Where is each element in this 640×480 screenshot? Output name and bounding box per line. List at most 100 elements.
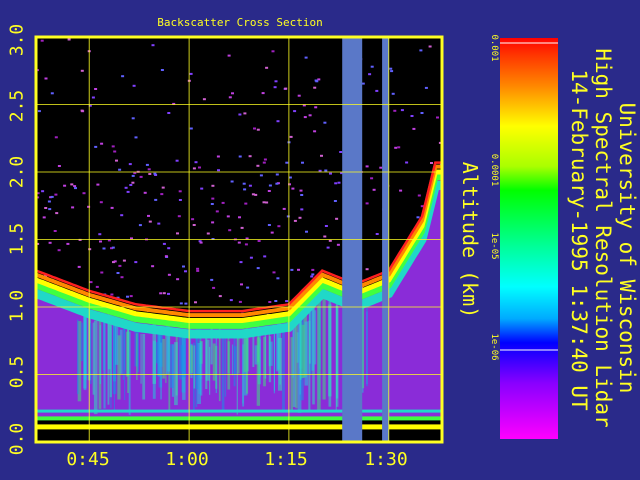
- mid-layer-streak: [174, 342, 178, 406]
- speckle-point: [313, 130, 317, 133]
- speckle-point: [113, 150, 117, 153]
- speckle-point: [268, 301, 272, 303]
- instrument-label: High Spectral Resolution Lidar: [591, 48, 615, 428]
- speckle-point: [63, 184, 67, 187]
- speckle-point: [300, 194, 304, 196]
- speckle-point: [311, 273, 315, 276]
- mid-layer-streak: [309, 306, 311, 364]
- mid-layer-streak: [122, 328, 125, 380]
- speckle-point: [274, 300, 278, 302]
- speckle-point: [194, 301, 197, 304]
- y-tick-label: 2.5: [6, 89, 28, 123]
- speckle-point: [230, 180, 234, 183]
- speckle-point: [99, 201, 103, 204]
- speckle-point: [211, 221, 215, 224]
- speckle-point: [238, 155, 242, 158]
- speckle-point: [375, 89, 379, 92]
- speckle-point: [318, 169, 322, 172]
- speckle-point: [54, 193, 58, 196]
- speckle-point: [113, 260, 117, 263]
- speckle-point: [394, 146, 398, 149]
- speckle-point: [262, 161, 266, 164]
- speckle-point: [300, 208, 304, 211]
- speckle-point: [301, 161, 304, 164]
- speckle-point: [365, 268, 369, 271]
- colorbar: [500, 38, 558, 439]
- speckle-point: [154, 198, 158, 201]
- speckle-point: [80, 69, 84, 72]
- mid-layer-streak: [317, 295, 321, 411]
- speckle-point: [293, 110, 297, 113]
- speckle-point: [88, 248, 92, 251]
- speckle-point: [143, 191, 147, 194]
- speckle-point: [328, 239, 332, 242]
- y-tick-label: 2.0: [6, 155, 28, 189]
- speckle-point: [424, 86, 428, 89]
- speckle-point: [303, 116, 307, 119]
- speckle-point: [122, 259, 126, 262]
- y-axis-label: Altitude (km): [458, 161, 482, 319]
- speckle-point: [317, 78, 321, 81]
- speckle-point: [291, 187, 295, 190]
- speckle-point: [226, 215, 230, 218]
- speckle-point: [71, 206, 75, 209]
- speckle-point: [246, 286, 250, 289]
- speckle-point: [285, 161, 289, 164]
- speckle-point: [164, 255, 168, 258]
- speckle-point: [70, 183, 74, 186]
- speckle-point: [228, 229, 232, 232]
- speckle-point: [290, 268, 294, 271]
- speckle-point: [259, 174, 263, 177]
- speckle-point: [308, 114, 312, 117]
- speckle-point: [178, 190, 182, 193]
- speckle-point: [329, 172, 332, 175]
- speckle-point: [370, 177, 374, 180]
- mid-layer-streak: [264, 329, 267, 379]
- speckle-point: [256, 128, 260, 131]
- speckle-point: [271, 50, 275, 53]
- mid-layer-streak: [246, 328, 249, 394]
- mid-layer-streak: [224, 336, 227, 397]
- mid-layer-streak: [221, 335, 225, 413]
- speckle-point: [41, 190, 45, 193]
- mid-layer-streak: [242, 334, 244, 404]
- speckle-point: [111, 145, 115, 148]
- speckle-point: [162, 292, 166, 295]
- speckle-point: [167, 112, 171, 114]
- speckle-point: [55, 212, 59, 215]
- speckle-point: [192, 167, 196, 170]
- speckle-point: [82, 192, 86, 195]
- speckle-point: [265, 201, 269, 204]
- speckle-point: [216, 155, 220, 158]
- speckle-point: [167, 292, 170, 295]
- mid-layer-streak: [227, 341, 231, 390]
- speckle-point: [199, 241, 203, 244]
- speckle-point: [196, 269, 200, 272]
- speckle-point: [210, 203, 214, 205]
- speckle-point: [50, 195, 54, 198]
- mid-layer-streak: [80, 322, 83, 362]
- speckle-point: [320, 154, 323, 157]
- speckle-point: [229, 299, 233, 302]
- speckle-point: [124, 186, 128, 189]
- speckle-point: [159, 292, 163, 295]
- speckle-point: [210, 278, 214, 281]
- mid-layer-streak: [282, 328, 285, 413]
- speckle-point: [397, 146, 401, 149]
- mid-layer-streak: [311, 305, 314, 371]
- speckle-point: [167, 247, 171, 250]
- mid-layer-streak: [269, 341, 273, 366]
- speckle-point: [80, 109, 84, 112]
- speckle-point: [285, 300, 289, 303]
- speckle-point: [212, 286, 216, 289]
- speckle-point: [134, 136, 138, 139]
- speckle-point: [167, 273, 171, 276]
- mid-layer-streak: [273, 333, 275, 391]
- colorbar-tick-label: 0.0001: [489, 153, 499, 187]
- speckle-point: [98, 233, 102, 236]
- speckle-point: [240, 283, 243, 286]
- mid-layer-streak: [292, 326, 294, 378]
- speckle-point: [365, 165, 369, 168]
- speckle-point: [244, 243, 248, 246]
- speckle-point: [96, 183, 100, 186]
